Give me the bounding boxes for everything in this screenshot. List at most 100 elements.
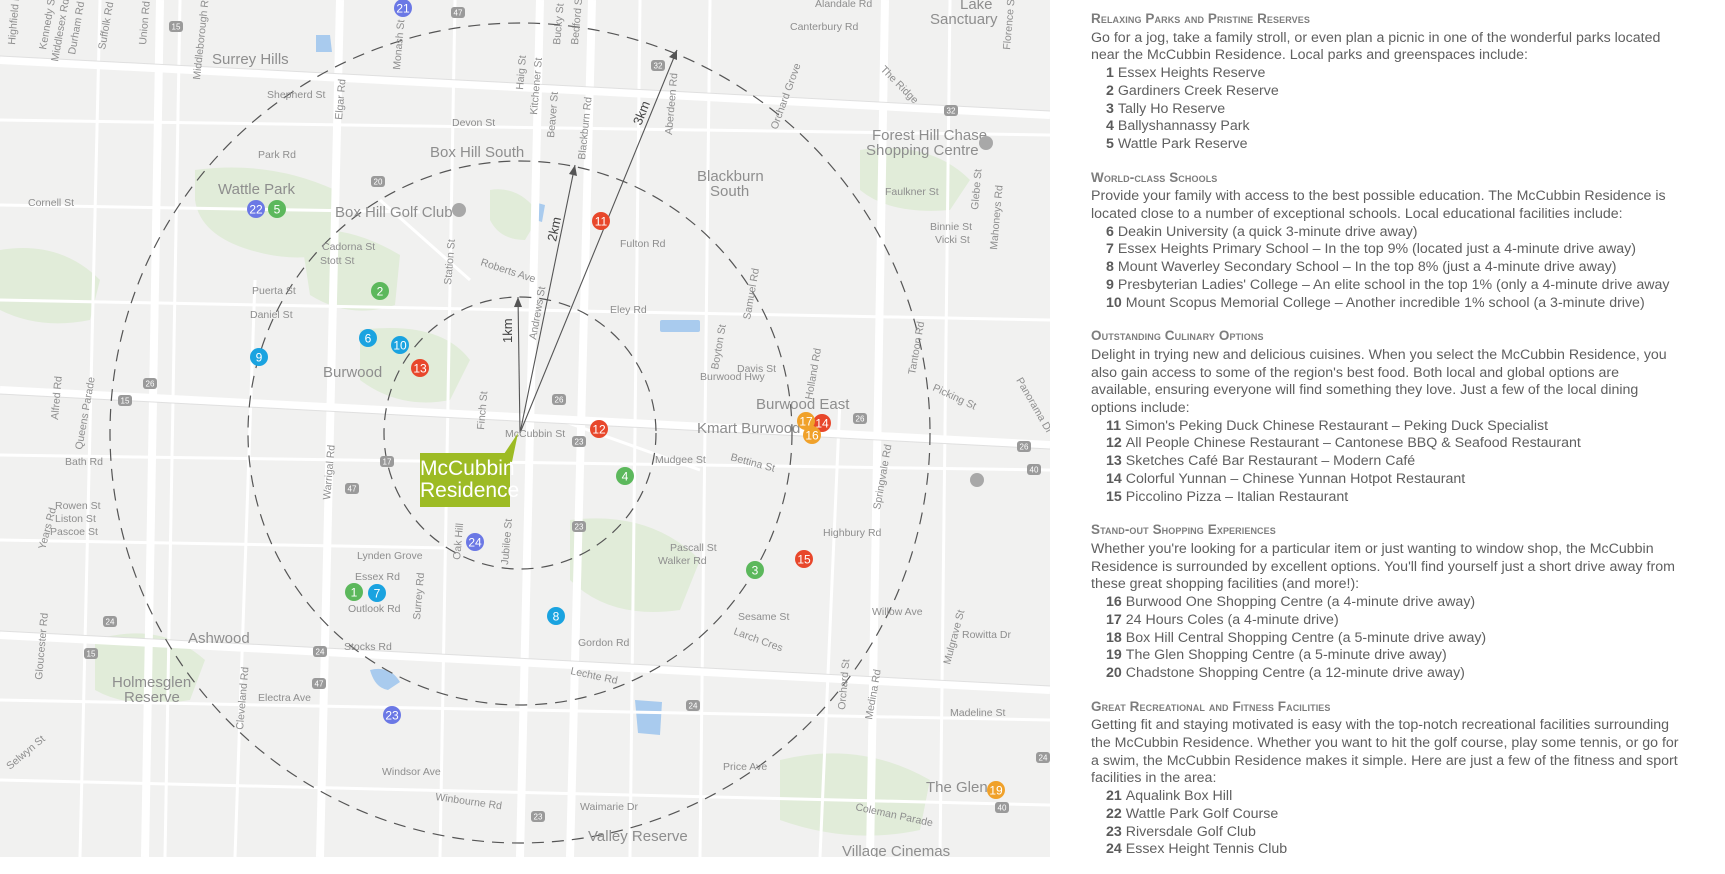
street-label: Holland Rd: [803, 347, 824, 400]
svg-text:47: 47: [315, 680, 324, 689]
section-intro: Delight in trying new and delicious cuis…: [1091, 346, 1667, 417]
amenity-list: 16 Burwood One Shopping Centre (a 4-minut…: [1091, 594, 1681, 683]
amenity-number: 19: [1106, 647, 1122, 664]
amenity-text: Aqualink Box Hill: [1125, 788, 1233, 805]
amenity-item: 4 Ballyshannassy Park: [1106, 118, 1681, 136]
street-label: Electra Ave: [258, 692, 311, 704]
street-label: Vicki St: [935, 234, 970, 246]
street-label: Rowen St: [55, 500, 101, 512]
marker-7[interactable]: 7: [368, 584, 386, 602]
svg-text:26: 26: [856, 415, 865, 424]
marker-24[interactable]: 24: [466, 533, 484, 551]
marker-number: 19: [989, 784, 1003, 798]
amenity-text: Ballyshannassy Park: [1117, 118, 1250, 135]
street-label: Madeline St: [950, 707, 1006, 719]
amenity-item: 12 All People Chinese Restaurant – Canton…: [1106, 435, 1681, 453]
street-label: Queens Parade: [73, 376, 98, 451]
svg-text:40: 40: [998, 804, 1007, 813]
marker-9[interactable]: 9: [250, 348, 268, 366]
street-label: Surrey Rd: [411, 572, 427, 620]
street-label: Selwyn St: [4, 733, 48, 772]
section-title: Outstanding Culinary Options: [1091, 328, 1264, 344]
marker-number: 13: [413, 362, 427, 376]
amenity-number: 6: [1106, 223, 1114, 240]
residence-label-line2: Residence: [420, 479, 520, 502]
street-label: Orchard St: [836, 659, 852, 711]
street-label: Daniel St: [250, 309, 293, 321]
street-label: Alandale Rd: [815, 0, 872, 10]
amenity-text: Mount Waverley Secondary School – In the…: [1117, 259, 1617, 276]
amenity-number: 18: [1106, 629, 1122, 646]
amenity-text: Simon's Peking Duck Chinese Restaurant –…: [1125, 417, 1549, 434]
amenity-item: 13 Sketches Café Bar Restaurant – Modern …: [1106, 453, 1681, 471]
marker-21[interactable]: 21: [394, 0, 412, 17]
marker-22[interactable]: 22: [247, 200, 265, 218]
marker-1[interactable]: 1: [345, 583, 363, 601]
amenity-number: 10: [1106, 294, 1122, 311]
svg-text:17: 17: [383, 458, 392, 467]
marker-12[interactable]: 12: [590, 420, 608, 438]
street-label: Bucky St: [551, 3, 567, 45]
amenity-item: 10 Mount Scopus Memorial College – Anothe…: [1106, 295, 1681, 313]
amenity-item: 8 Mount Waverley Secondary School – In th…: [1106, 259, 1681, 277]
amenity-text: Wattle Park Golf Course: [1125, 805, 1279, 822]
marker-number: 5: [274, 203, 281, 217]
area-map[interactable]: 1km 2km 3km Surrey Hills Box Hill South …: [0, 0, 1050, 857]
street-label: Canterbury Rd: [790, 21, 858, 33]
amenity-text: Sketches Café Bar Restaurant – Modern Ca…: [1125, 453, 1416, 470]
suburb-label: Valley Reserve: [588, 828, 688, 845]
amenity-item: 1 Essex Heights Reserve: [1106, 65, 1681, 83]
street-label: Essex Rd: [355, 571, 400, 583]
marker-5[interactable]: 5: [268, 200, 286, 218]
marker-4[interactable]: 4: [616, 467, 634, 485]
amenity-section: Outstanding Culinary Options Delight in t…: [1091, 327, 1681, 506]
amenity-list: 11 Simon's Peking Duck Chinese Restaurant…: [1091, 418, 1681, 507]
svg-text:32: 32: [654, 62, 663, 71]
marker-19[interactable]: 19: [987, 781, 1005, 799]
svg-text:47: 47: [348, 485, 357, 494]
street-label: Mudgee St: [655, 454, 706, 466]
street-label: Panorama Dr: [1013, 376, 1050, 437]
street-label: Highfield Rd: [6, 0, 23, 45]
marker-15[interactable]: 15: [795, 550, 813, 568]
amenity-number: 17: [1106, 611, 1122, 628]
amenity-text: Deakin University (a quick 3-minute driv…: [1117, 223, 1418, 240]
suburb-label: The Glen: [926, 779, 988, 796]
suburb-label: Burwood: [323, 364, 382, 381]
marker-number: 16: [805, 429, 819, 443]
street-label: Picking St: [931, 382, 978, 413]
marker-6[interactable]: 6: [359, 329, 377, 347]
marker-23[interactable]: 23: [383, 706, 401, 724]
street-label: Windsor Ave: [382, 766, 441, 778]
ring-label-2km: 2km: [544, 215, 564, 242]
amenity-text: Gardiners Creek Reserve: [1117, 82, 1279, 99]
amenity-list: 1 Essex Heights Reserve 2 Gardiners Creek R…: [1091, 65, 1681, 154]
marker-10[interactable]: 10: [391, 336, 409, 354]
street-label: Station St: [442, 239, 458, 285]
amenity-number: 24: [1106, 841, 1122, 858]
amenity-number: 22: [1106, 805, 1122, 822]
amenity-number: 3: [1106, 100, 1114, 117]
street-label: Lynden Grove: [357, 550, 423, 562]
marker-2[interactable]: 2: [371, 282, 389, 300]
amenity-number: 5: [1106, 135, 1114, 152]
marker-8[interactable]: 8: [547, 607, 565, 625]
marker-13[interactable]: 13: [411, 359, 429, 377]
street-label: Cadorna St: [322, 241, 375, 253]
amenity-item: 24 Essex Height Tennis Club: [1106, 841, 1681, 859]
marker-11[interactable]: 11: [592, 212, 610, 230]
street-label: Pascall St: [670, 542, 717, 554]
svg-text:40: 40: [1030, 466, 1039, 475]
amenity-item: 19 The Glen Shopping Centre (a 5-minute d…: [1106, 647, 1681, 665]
street-label: Sesame St: [738, 611, 789, 623]
amenity-text: 24 Hours Coles (a 4-minute drive): [1125, 611, 1339, 628]
amenity-number: 11: [1106, 417, 1121, 434]
marker-17[interactable]: 17: [797, 412, 815, 430]
amenity-section: World-class Schools Provide your family w…: [1091, 169, 1681, 313]
marker-number: 9: [256, 351, 263, 365]
amenity-number: 14: [1106, 470, 1122, 487]
svg-text:47: 47: [454, 9, 463, 18]
marker-3[interactable]: 3: [746, 561, 764, 579]
section-intro: Whether you're looking for a particular …: [1091, 540, 1675, 593]
street-label: Outlook Rd: [348, 603, 401, 615]
